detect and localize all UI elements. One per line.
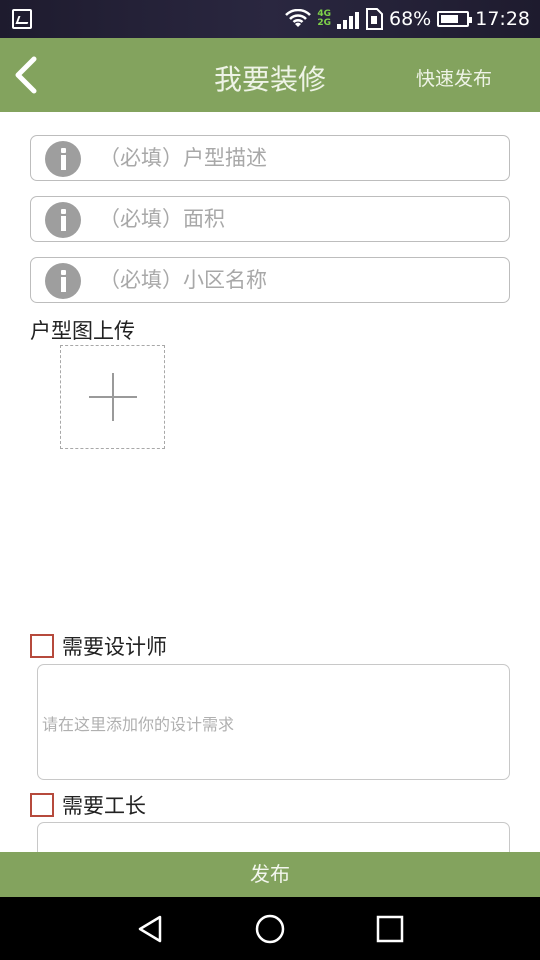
app-bar: 我要装修 快速发布 xyxy=(0,38,540,112)
nav-home-button[interactable] xyxy=(250,909,290,949)
nav-back-button[interactable] xyxy=(132,909,172,949)
community-name-field[interactable] xyxy=(30,257,510,303)
battery-icon xyxy=(437,11,473,27)
publish-button[interactable]: 发布 xyxy=(0,852,540,897)
need-designer-checkbox-row[interactable]: 需要设计师 xyxy=(30,632,167,660)
status-bar: 4G 2G 68% 17:28 xyxy=(0,0,540,38)
need-foreman-checkbox[interactable] xyxy=(30,793,54,817)
area-input[interactable] xyxy=(99,201,499,237)
need-designer-checkbox[interactable] xyxy=(30,634,54,658)
triangle-back-icon xyxy=(138,915,162,943)
design-requirements-textarea[interactable] xyxy=(40,667,507,777)
need-foreman-checkbox-row[interactable]: 需要工长 xyxy=(30,791,146,819)
wifi-icon xyxy=(285,9,312,27)
design-requirements-box[interactable] xyxy=(37,664,510,780)
quick-publish-button[interactable]: 快速发布 xyxy=(416,64,492,91)
floor-plan-upload-button[interactable] xyxy=(60,345,165,449)
battery-percent: 68% xyxy=(389,8,432,30)
community-name-input[interactable] xyxy=(99,262,499,298)
info-icon xyxy=(45,141,81,177)
signal-icon xyxy=(337,9,359,29)
nav-recents-button[interactable] xyxy=(370,909,410,949)
clock: 17:28 xyxy=(475,8,530,30)
circle-home-icon xyxy=(255,914,285,944)
area-field[interactable] xyxy=(30,196,510,242)
layout-description-field[interactable] xyxy=(30,135,510,181)
square-recents-icon xyxy=(376,915,404,943)
status-indicators: 4G 2G 68% 17:28 xyxy=(285,0,530,38)
sim-icon xyxy=(366,8,383,30)
layout-description-input[interactable] xyxy=(99,140,499,176)
network-type: 4G 2G xyxy=(317,10,331,28)
info-icon xyxy=(45,202,81,238)
system-navigation-bar xyxy=(0,897,540,960)
gallery-notification-icon xyxy=(12,9,32,29)
battery-level-fill xyxy=(441,15,458,23)
floor-plan-upload-label: 户型图上传 xyxy=(30,319,135,343)
info-icon xyxy=(45,263,81,299)
network-label-2g: 2G xyxy=(317,18,331,28)
need-foreman-label: 需要工长 xyxy=(62,794,146,818)
need-designer-label: 需要设计师 xyxy=(62,635,167,659)
plus-icon-vertical xyxy=(112,373,114,421)
